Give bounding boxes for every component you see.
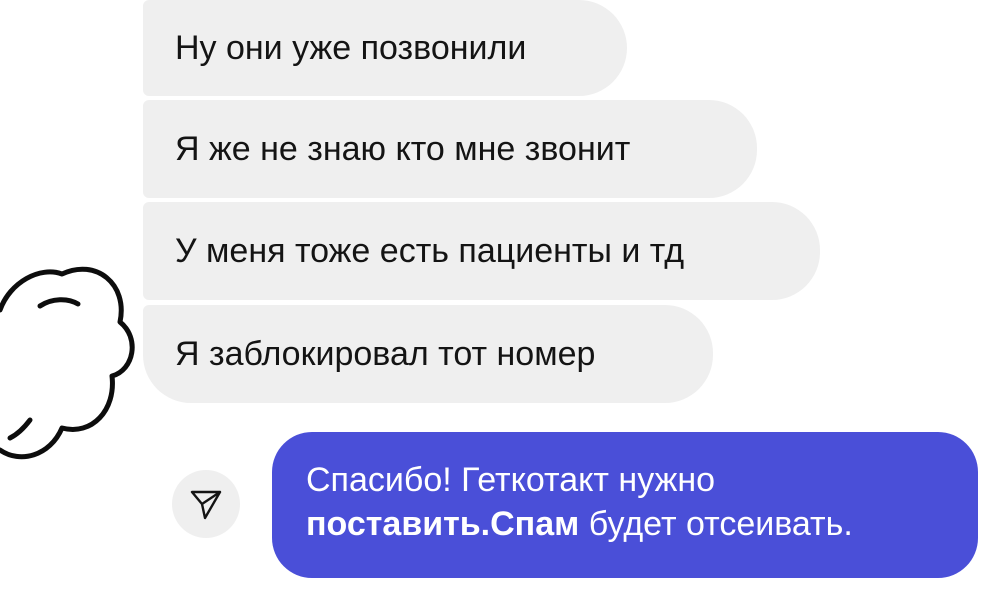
share-button[interactable] [172,470,240,538]
message-text: Ну они уже позвонили [175,29,527,67]
cloud-scribble-icon [0,266,135,460]
incoming-message[interactable]: Я заблокировал тот номер [143,305,713,403]
incoming-message[interactable]: Ну они уже позвонили [143,0,627,96]
message-text: Спасибо! Геткотакт нужно [306,461,716,499]
message-text-line: поставить.Спам будет отсеивать. [306,502,944,546]
message-text: Я заблокировал тот номер [175,335,596,373]
message-text: Я же не знаю кто мне звонит [175,130,631,168]
message-text: будет отсеивать. [579,505,853,543]
incoming-message[interactable]: У меня тоже есть пациенты и тд [143,202,820,300]
outgoing-message[interactable]: Спасибо! Геткотакт нужно поставить.Спам … [272,432,978,578]
send-icon [190,490,222,520]
chat-thread: Ну они уже позвонили Я же не знаю кто мн… [0,0,1000,590]
message-text-bold: поставить.Спам [306,505,580,543]
message-text-line: Спасибо! Геткотакт нужно [306,458,944,502]
incoming-message[interactable]: Я же не знаю кто мне звонит [143,100,757,198]
message-text: У меня тоже есть пациенты и тд [175,232,685,270]
